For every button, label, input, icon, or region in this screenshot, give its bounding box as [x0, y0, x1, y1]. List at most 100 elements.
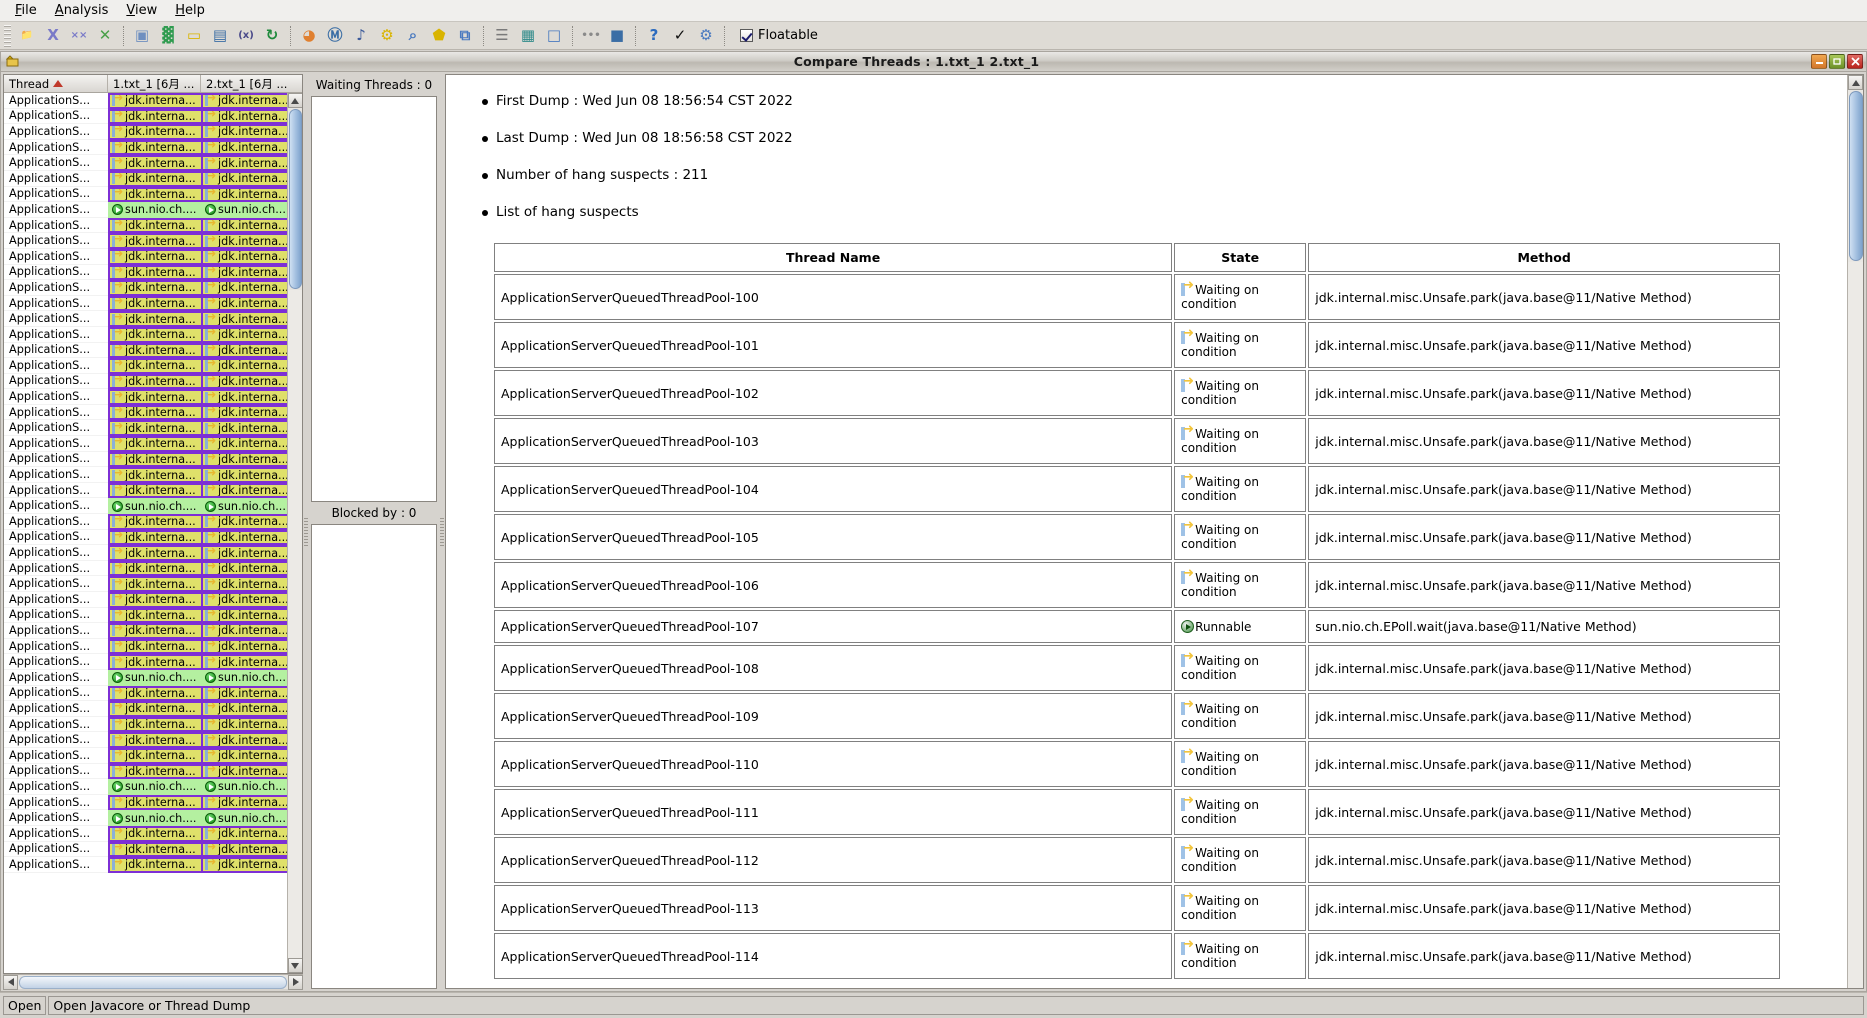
report-scrollbar-thumb[interactable]	[1848, 91, 1863, 261]
grid-pattern-icon[interactable]: ▦	[515, 24, 541, 48]
report-scrollbar-track[interactable]	[1848, 262, 1863, 988]
thread-list-row[interactable]: ApplicationS... jdk.interna... jdk.interna…	[4, 295, 287, 312]
column-thread[interactable]: Thread	[4, 75, 108, 92]
thread-list-row[interactable]: ApplicationS... jdk.interna... jdk.interna…	[4, 280, 287, 296]
header-method[interactable]: Method	[1308, 243, 1780, 272]
floatable-checkbox-box[interactable]	[740, 29, 753, 42]
tag-icon[interactable]: ⬟	[426, 24, 452, 48]
refresh-gc-icon[interactable]: ↻	[259, 24, 285, 48]
thread-list-row[interactable]: ApplicationS... jdk.interna... jdk.interna…	[4, 420, 287, 437]
thread-list-row[interactable]: ApplicationS... jdk.interna... jdk.interna…	[4, 233, 287, 249]
floatable-checkbox[interactable]: Floatable	[736, 28, 822, 43]
check-mark-icon[interactable]: ✓	[667, 24, 693, 48]
thread-list-row[interactable]: ApplicationS... sun.nio.ch.... sun.nio.ch.…	[4, 810, 287, 826]
window-list-icon[interactable]: ▤	[207, 24, 233, 48]
toolbar-drag-grip[interactable]	[4, 24, 11, 47]
thread-dump-icon[interactable]: ♪	[348, 24, 374, 48]
menu-analysis[interactable]: Analysis	[46, 1, 118, 20]
thread-list-row[interactable]: ApplicationS... jdk.interna... jdk.interna…	[4, 108, 287, 125]
copy-windows-icon[interactable]: ⧉	[452, 24, 478, 48]
thread-list-row[interactable]: ApplicationS... jdk.interna... jdk.interna…	[4, 404, 287, 421]
thread-list-row[interactable]: ApplicationS... sun.nio.ch.... sun.nio.ch.…	[4, 779, 287, 795]
thread-list-row[interactable]: ApplicationS... jdk.interna... jdk.interna…	[4, 514, 287, 530]
thread-list-rows[interactable]: ApplicationS...jdk.interna...jdk.interna…	[4, 93, 287, 973]
scroll-up-arrow-icon[interactable]	[287, 93, 302, 108]
table-row[interactable]: ApplicationServerQueuedThreadPool-103Wai…	[494, 418, 1780, 464]
table-row[interactable]: ApplicationServerQueuedThreadPool-104Wai…	[494, 466, 1780, 512]
monitor-filled-icon[interactable]: ■	[604, 24, 630, 48]
table-row[interactable]: ApplicationServerQueuedThreadPool-100Wai…	[494, 274, 1780, 320]
thread-list-row[interactable]: ApplicationS... jdk.interna... jdk.interna…	[4, 732, 287, 748]
column-file1[interactable]: 1.txt_1 [6月 ...	[108, 75, 201, 92]
table-row[interactable]: ApplicationServerQueuedThreadPool-106Wai…	[494, 562, 1780, 608]
checklist-icon[interactable]: ☰	[489, 24, 515, 48]
gear-icon[interactable]: ⚙	[374, 24, 400, 48]
window-close-button[interactable]	[1847, 54, 1863, 69]
thread-list-row[interactable]: ApplicationS... jdk.interna... jdk.interna…	[4, 638, 287, 655]
table-row[interactable]: ApplicationServerQueuedThreadPool-108Wai…	[494, 645, 1780, 691]
variable-x-icon[interactable]: (x)	[233, 24, 259, 48]
thread-list-row[interactable]: ApplicationS... jdk.interna... jdk.interna…	[4, 139, 287, 156]
thread-list-row[interactable]: ApplicationS... jdk.interna... jdk.interna…	[4, 358, 287, 374]
thread-list-row[interactable]: ApplicationS... jdk.interna... jdk.interna…	[4, 529, 287, 546]
delete-x-icon[interactable]: ✕	[92, 24, 118, 48]
thread-list-row[interactable]: ApplicationS... jdk.interna... jdk.interna…	[4, 825, 287, 842]
close-x-icon[interactable]: X	[40, 24, 66, 48]
help-question-icon[interactable]: ?	[641, 24, 667, 48]
window-minimize-button[interactable]	[1811, 54, 1827, 69]
container-icon[interactable]: ▭	[181, 24, 207, 48]
thread-list-row[interactable]: ApplicationS... jdk.interna... jdk.interna…	[4, 264, 287, 281]
thread-list-row[interactable]: ApplicationS... jdk.interna... jdk.interna…	[4, 186, 287, 203]
table-row[interactable]: ApplicationServerQueuedThreadPool-111Wai…	[494, 789, 1780, 835]
monitor-m-icon[interactable]: Ⓜ	[322, 24, 348, 48]
thread-list-row[interactable]: ApplicationS... jdk.interna... jdk.interna…	[4, 607, 287, 624]
thread-list-row[interactable]: ApplicationS... jdk.interna... jdk.interna…	[4, 545, 287, 561]
thread-list-row[interactable]: ApplicationS... jdk.interna... jdk.interna…	[4, 623, 287, 639]
thread-list-row[interactable]: ApplicationS... jdk.interna... jdk.interna…	[4, 342, 287, 359]
hscrollbar-thumb[interactable]	[19, 975, 287, 989]
thread-list-row[interactable]: ApplicationS... jdk.interna... jdk.interna…	[4, 747, 287, 764]
thread-list-row[interactable]: ApplicationS... jdk.interna... jdk.interna…	[4, 654, 287, 670]
thread-list-row[interactable]: ApplicationS... jdk.interna... jdk.interna…	[4, 716, 287, 733]
scroll-right-arrow-icon[interactable]	[288, 974, 303, 990]
cpu-chip-icon[interactable]: ▣	[129, 24, 155, 48]
window-maximize-button[interactable]	[1829, 54, 1845, 69]
header-state[interactable]: State	[1174, 243, 1307, 272]
report-scroll-up-arrow-icon[interactable]	[1848, 75, 1863, 90]
blocked-by-list[interactable]	[311, 524, 437, 989]
table-row[interactable]: ApplicationServerQueuedThreadPool-101Wai…	[494, 322, 1780, 368]
thread-list-horizontal-scrollbar[interactable]	[3, 974, 303, 990]
column-file2[interactable]: 2.txt_1 [6月 ...	[201, 75, 296, 92]
thread-list-row[interactable]: ApplicationS... jdk.interna... jdk.interna…	[4, 248, 287, 265]
table-row[interactable]: ApplicationServerQueuedThreadPool-113Wai…	[494, 885, 1780, 931]
thread-list-row[interactable]: ApplicationS... sun.nio.ch.... sun.nio.ch.…	[4, 669, 287, 686]
table-row[interactable]: ApplicationServerQueuedThreadPool-105Wai…	[494, 514, 1780, 560]
thread-list-row[interactable]: ApplicationS... jdk.interna... jdk.interna…	[4, 326, 287, 343]
table-row[interactable]: ApplicationServerQueuedThreadPool-110Wai…	[494, 741, 1780, 787]
thread-list-row[interactable]: ApplicationS... jdk.interna... jdk.interna…	[4, 217, 287, 234]
thread-list-row[interactable]: ApplicationS... sun.nio.ch.... sun.nio.ch.…	[4, 498, 287, 515]
thread-list-row[interactable]: ApplicationS... jdk.interna... jdk.interna…	[4, 592, 287, 608]
thread-list-row[interactable]: ApplicationS... jdk.interna... jdk.interna…	[4, 436, 287, 452]
window-title-bar[interactable]: Compare Threads : 1.txt_1 2.txt_1	[0, 51, 1867, 71]
scrollbar-track[interactable]	[287, 290, 302, 958]
thread-list-row[interactable]: ApplicationS... jdk.interna... jdk.interna…	[4, 124, 287, 140]
thread-list-scrollpane[interactable]: Thread 1.txt_1 [6月 ... 2.txt_1 [6月 ... App…	[3, 74, 303, 974]
menu-view[interactable]: View	[117, 1, 166, 20]
thread-list-row[interactable]: ApplicationS... jdk.interna... jdk.interna…	[4, 701, 287, 717]
thread-list-row[interactable]: ApplicationS... jdk.interna... jdk.interna…	[4, 841, 287, 858]
thread-list-row[interactable]: ApplicationS... sun.nio.ch.... sun.nio.ch.…	[4, 202, 287, 218]
thread-list-row[interactable]: ApplicationS... jdk.interna... jdk.interna…	[4, 373, 287, 390]
table-row[interactable]: ApplicationServerQueuedThreadPool-112Wai…	[494, 837, 1780, 883]
thread-list-row[interactable]: ApplicationS... jdk.interna... jdk.interna…	[4, 560, 287, 577]
table-row[interactable]: ApplicationServerQueuedThreadPool-102Wai…	[494, 370, 1780, 416]
scrollbar-thumb[interactable]	[288, 109, 302, 289]
thread-list-row[interactable]: ApplicationS... jdk.interna... jdk.interna…	[4, 685, 287, 702]
thread-list-row[interactable]: ApplicationS... jdk.interna... jdk.interna…	[4, 763, 287, 780]
thread-list-row[interactable]: ApplicationS... jdk.interna... jdk.interna…	[4, 857, 287, 873]
preferences-icon[interactable]: ⚙	[693, 24, 719, 48]
thread-list-vertical-scrollbar[interactable]	[287, 93, 302, 973]
thread-list-row[interactable]: ApplicationS... jdk.interna... jdk.interna…	[4, 576, 287, 592]
thread-list-row[interactable]: ApplicationS... jdk.interna... jdk.interna…	[4, 482, 287, 499]
monitor-blank-icon[interactable]: □	[541, 24, 567, 48]
